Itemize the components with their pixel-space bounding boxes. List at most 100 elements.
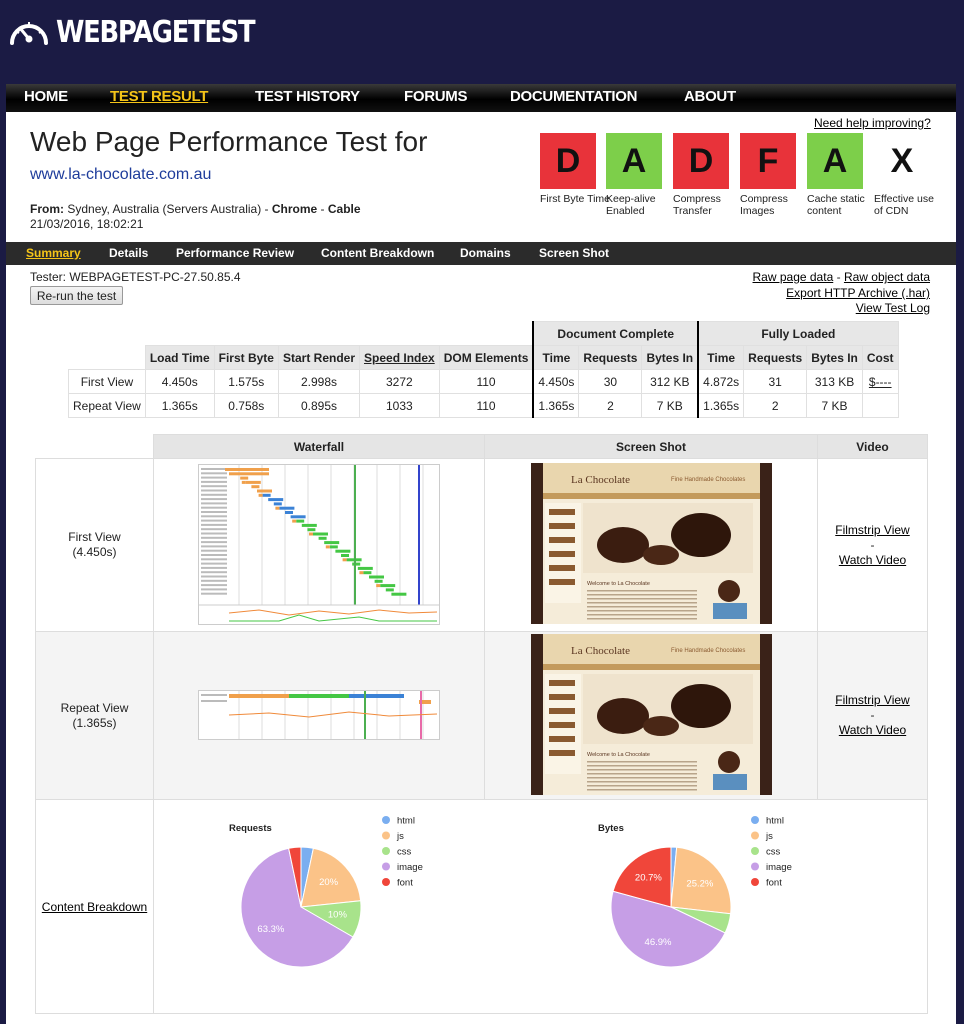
metric-cell: 312 KB: [641, 369, 699, 394]
tab-performance-review[interactable]: Performance Review: [176, 246, 294, 260]
grade-f-box[interactable]: F: [740, 133, 796, 189]
grade-d-box[interactable]: D: [540, 133, 596, 189]
raw-object-data-link[interactable]: Raw object data: [844, 270, 930, 284]
tab-summary[interactable]: Summary: [26, 246, 81, 260]
col-cost: Cost: [861, 345, 899, 370]
url-label: [201, 570, 227, 573]
url-label: [201, 527, 227, 530]
col-doc-bytes: Bytes In: [641, 345, 699, 370]
request-bar: [258, 493, 263, 497]
tab-screen-shot[interactable]: Screen Shot: [539, 246, 609, 260]
request-bar: [245, 480, 261, 484]
legend-dot: [382, 831, 390, 840]
col-full-bytes: Bytes In: [806, 345, 863, 370]
shot-bonbon: [717, 750, 740, 773]
shot-menu-item: [548, 693, 575, 700]
nav-test-result[interactable]: TEST RESULT: [110, 88, 208, 105]
url-label: [201, 519, 227, 522]
col-speed-index[interactable]: Speed Index: [359, 345, 440, 370]
request-bar: [241, 480, 246, 484]
waterfall-bg: [199, 464, 439, 624]
table-row: Repeat View 1.365s 0.758s 0.895s 1033 11…: [68, 393, 899, 418]
watch-video-link[interactable]: Watch Video: [839, 723, 906, 737]
logo[interactable]: WEBPAGETEST: [8, 10, 287, 54]
col-doc-requests: Requests: [578, 345, 643, 370]
legend-dot: [382, 878, 390, 886]
url-label: [201, 506, 227, 509]
legend-dot: [382, 847, 390, 855]
tester-info: Tester: WEBPAGETEST-PC-27.50.85.4: [30, 270, 241, 284]
tab-details[interactable]: Details: [109, 246, 148, 260]
row-label: Repeat View: [68, 393, 146, 418]
request-bar: [257, 489, 272, 492]
first-view-waterfall[interactable]: [198, 463, 440, 625]
watch-video-link[interactable]: Watch Video: [839, 553, 906, 567]
first-view-row: First View (4.450s) La Chocolate Fine Han…: [35, 458, 928, 632]
url-label: [201, 497, 227, 500]
grade-x-box[interactable]: X: [874, 133, 930, 189]
tab-domains[interactable]: Domains: [460, 246, 511, 260]
repeat-view-waterfall[interactable]: [198, 689, 440, 740]
metric-cell: 313 KB: [806, 369, 863, 394]
group-document-complete: Document Complete: [532, 321, 699, 346]
metric-cell: 7 KB: [806, 393, 863, 418]
cost-link[interactable]: $----: [861, 369, 899, 394]
grade-d-box[interactable]: D: [673, 133, 729, 189]
shot-menu-item: [548, 565, 575, 571]
shot-logo: La Chocolate: [571, 474, 630, 486]
raw-data-links: Raw page data - Raw object data: [753, 270, 930, 284]
help-improving-link[interactable]: Need help improving?: [814, 116, 931, 130]
nav-documentation[interactable]: DOCUMENTATION: [510, 88, 638, 105]
legend-label: css: [397, 847, 412, 858]
grade-label: Cache static content: [807, 193, 865, 217]
rerun-test-button[interactable]: Re-run the test: [30, 286, 123, 305]
shot-text-line: [586, 606, 697, 608]
shot-menu-item: [548, 707, 575, 714]
request-bar: [374, 579, 383, 583]
request-bar: [296, 519, 305, 523]
url-label: [201, 592, 227, 595]
metric-cell: 2.998s: [277, 369, 361, 394]
nav-home[interactable]: HOME: [24, 88, 68, 105]
request-bar: [289, 693, 349, 698]
tested-url-link[interactable]: www.la-chocolate.com.au: [30, 166, 211, 184]
legend-dot: [751, 878, 759, 886]
grade-a-box[interactable]: A: [807, 133, 863, 189]
results-table: Waterfall Screen Shot Video First View (…: [35, 434, 928, 1014]
metric-cell: 4.450s: [532, 369, 580, 394]
pie-data-label: 63.3%: [257, 924, 284, 935]
pie-data-label: 10%: [328, 910, 348, 921]
first-view-screenshot[interactable]: La Chocolate Fine Handmade Chocolates Welc…: [530, 463, 772, 624]
nav-test-history[interactable]: TEST HISTORY: [255, 88, 360, 105]
metric-cell: 1.365s: [532, 393, 580, 418]
logo-text: WEBPAGETEST: [56, 14, 256, 50]
export-har-link[interactable]: Export HTTP Archive (.har): [786, 286, 930, 300]
content-breakdown-row: Content Breakdown Requests 20% 10% 63.3% htm…: [35, 799, 928, 1014]
nav-forums[interactable]: FORUMS: [404, 88, 468, 105]
shot-bonbon: [717, 580, 740, 602]
metric-cell: 1033: [359, 393, 440, 418]
shot-promo: [712, 603, 747, 619]
from-label: From:: [30, 202, 64, 216]
url-label: [201, 536, 227, 539]
shot-text-line: [586, 598, 697, 600]
tab-content-breakdown[interactable]: Content Breakdown: [321, 246, 434, 260]
waterfall-chart: [199, 464, 439, 624]
pie-title: Bytes: [598, 823, 624, 834]
filmstrip-view-link[interactable]: Filmstrip View: [835, 693, 909, 707]
pie-data-label: 20%: [319, 877, 339, 888]
col-start-render: Start Render: [277, 345, 361, 370]
shot-tagline: Fine Handmade Chocolates: [671, 477, 745, 483]
group-fully-loaded: Fully Loaded: [697, 321, 899, 346]
filmstrip-view-link[interactable]: Filmstrip View: [835, 523, 909, 537]
content-breakdown-link[interactable]: Content Breakdown: [42, 900, 147, 914]
pie-data-label: 20.7%: [635, 872, 662, 883]
nav-about[interactable]: ABOUT: [684, 88, 736, 105]
raw-page-data-link[interactable]: Raw page data: [753, 270, 834, 284]
view-test-log-link[interactable]: View Test Log: [856, 301, 930, 315]
request-bar: [318, 536, 327, 540]
url-label: [201, 514, 227, 517]
grade-a-box[interactable]: A: [606, 133, 662, 189]
table-row: First View 4.450s 1.575s 2.998s 3272 110…: [68, 369, 899, 394]
repeat-view-screenshot[interactable]: La Chocolate Fine Handmade Chocolates Welc…: [530, 633, 772, 795]
